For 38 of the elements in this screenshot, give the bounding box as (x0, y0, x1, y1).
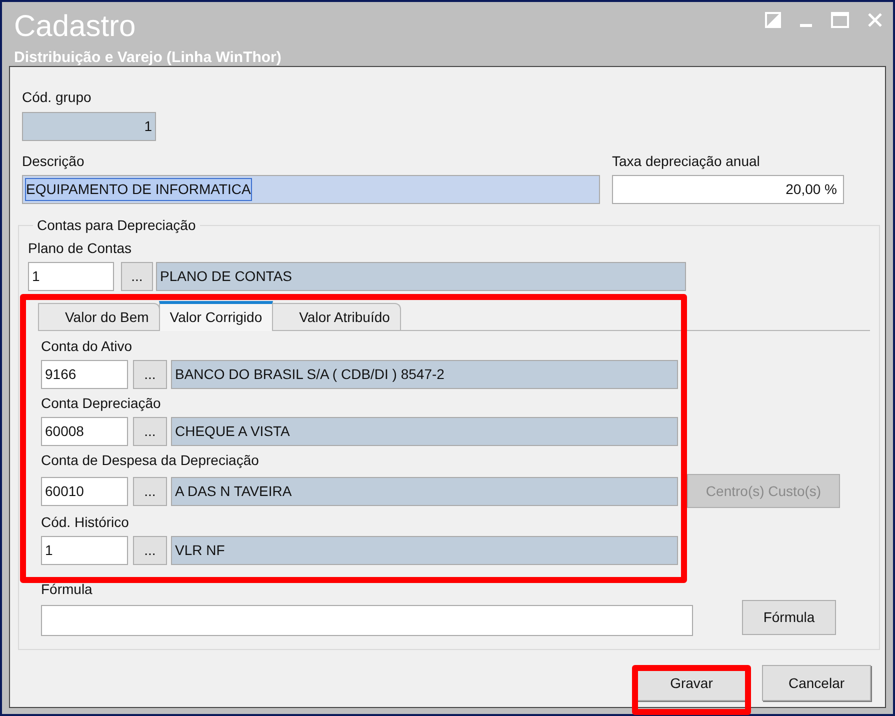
code-field[interactable]: 60010 (41, 476, 128, 506)
field-label: Cód. grupo (22, 88, 92, 107)
field-label: Plano de Contas (28, 239, 132, 258)
name-field: BANCO DO BRASIL S/A ( CDB/DI ) 8547-2 (171, 360, 678, 389)
formula-button[interactable]: Fórmula (742, 600, 836, 635)
close-icon[interactable] (867, 12, 883, 28)
lookup-button[interactable]: ... (133, 417, 167, 446)
field-label: Conta do Ativo (41, 337, 132, 356)
formula-field[interactable] (41, 605, 693, 636)
code-field[interactable]: 1 (41, 536, 128, 565)
tab[interactable]: Valor Atribuído (272, 303, 401, 330)
name-field: A DAS N TAVEIRA (171, 476, 678, 506)
lookup-button[interactable]: ... (133, 476, 167, 506)
name-field: VLR NF (171, 536, 678, 565)
dialog-button[interactable]: Cancelar (762, 665, 871, 701)
tab[interactable]: Valor do Bem (38, 303, 160, 330)
field-label: Conta de Despesa da Depreciação (41, 451, 259, 470)
field-label: Taxa depreciação anual (612, 152, 760, 171)
field-label: Conta Depreciação (41, 394, 161, 413)
field-label: Fórmula (41, 580, 92, 599)
rate-field[interactable]: 20,00 % (612, 175, 844, 204)
field-label: Cód. Histórico (41, 513, 129, 532)
tab[interactable]: Valor Corrigido (158, 301, 274, 331)
lookup-button[interactable]: ... (133, 360, 167, 389)
maximize-icon[interactable] (831, 12, 849, 28)
name-field: CHEQUE A VISTA (171, 417, 678, 446)
window-title: Cadastro (14, 10, 136, 44)
lookup-button[interactable]: ... (133, 536, 167, 565)
code-field[interactable]: 9166 (41, 360, 128, 389)
code-field[interactable]: 1 (28, 262, 114, 291)
lookup-button[interactable]: ... (121, 262, 153, 291)
restore-icon[interactable] (765, 12, 781, 28)
code-field[interactable]: 60008 (41, 417, 128, 446)
group-code-field[interactable]: 1 (22, 112, 156, 141)
name-field: PLANO DE CONTAS (156, 262, 686, 291)
field-label: Descrição (22, 152, 84, 171)
window-subtitle: Distribuição e Varejo (Linha WinThor) (14, 48, 282, 68)
description-field[interactable]: EQUIPAMENTO DE INFORMATICA (22, 175, 600, 204)
